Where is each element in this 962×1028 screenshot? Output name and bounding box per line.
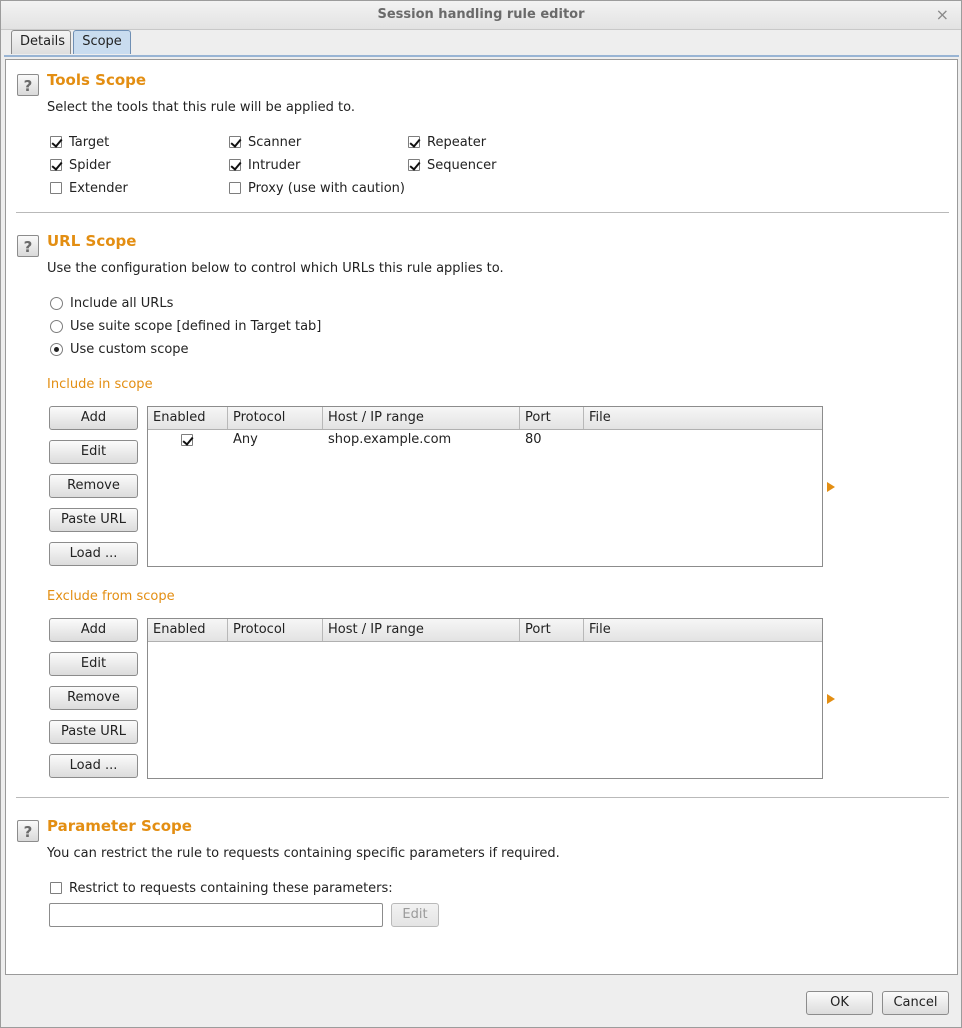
restrict-label: Restrict to requests containing these pa… (69, 880, 393, 896)
row-enabled-checkbox[interactable] (181, 431, 200, 449)
ok-button[interactable]: OK (806, 991, 873, 1015)
exclude-remove-button[interactable]: Remove (49, 686, 138, 710)
checkbox-icon (50, 136, 62, 148)
include-add-button[interactable]: Add (49, 406, 138, 430)
exclude-edit-button[interactable]: Edit (49, 652, 138, 676)
radio-label: Use custom scope (70, 341, 189, 357)
tab-details[interactable]: Details (11, 30, 71, 54)
radio-icon (50, 296, 63, 310)
table-header: Enabled Protocol Host / IP range Port Fi… (148, 619, 822, 642)
help-icon[interactable]: ? (17, 235, 39, 257)
scope-panel: ? Tools Scope Select the tools that this… (5, 59, 958, 975)
url-scope-description: Use the configuration below to control w… (47, 261, 504, 276)
radio-label: Use suite scope [defined in Target tab] (70, 318, 322, 334)
tab-scope[interactable]: Scope (73, 30, 131, 54)
row-host: shop.example.com (328, 432, 452, 447)
tool-label: Intruder (248, 157, 301, 173)
title-bar: Session handling rule editor × (1, 1, 961, 30)
column-header-host[interactable]: Host / IP range (323, 407, 520, 429)
close-icon[interactable]: × (936, 5, 949, 24)
tab-underline (4, 55, 959, 57)
radio-label: Include all URLs (70, 295, 174, 311)
column-header-protocol[interactable]: Protocol (228, 407, 323, 429)
include-edit-button[interactable]: Edit (49, 440, 138, 464)
column-header-file[interactable]: File (584, 619, 822, 641)
tool-label: Repeater (427, 134, 487, 150)
checkbox-icon (229, 136, 241, 148)
tools-scope-heading: Tools Scope (47, 71, 147, 89)
exclude-add-button[interactable]: Add (49, 618, 138, 642)
help-icon[interactable]: ? (17, 820, 39, 842)
include-paste-url-button[interactable]: Paste URL (49, 508, 138, 532)
radio-custom-scope[interactable]: Use custom scope (50, 340, 189, 358)
parameter-scope-heading: Parameter Scope (47, 817, 192, 835)
table-row[interactable]: Any shop.example.com 80 (148, 430, 822, 450)
expand-arrow-icon[interactable] (827, 482, 835, 492)
row-protocol: Any (233, 432, 258, 447)
tool-label: Spider (69, 157, 111, 173)
tool-checkbox-spider[interactable]: Spider (50, 156, 111, 174)
exclude-paste-url-button[interactable]: Paste URL (49, 720, 138, 744)
section-divider (16, 212, 949, 213)
tool-label: Scanner (248, 134, 302, 150)
tool-label: Proxy (use with caution) (248, 180, 405, 196)
checkbox-icon (229, 159, 241, 171)
exclude-load-button[interactable]: Load ... (49, 754, 138, 778)
radio-icon (50, 319, 63, 333)
tool-checkbox-intruder[interactable]: Intruder (229, 156, 300, 174)
tool-checkbox-sequencer[interactable]: Sequencer (408, 156, 496, 174)
column-header-file[interactable]: File (584, 407, 822, 429)
dialog-window: Session handling rule editor × Details S… (0, 0, 962, 1028)
checkbox-icon (408, 159, 420, 171)
tool-label: Extender (69, 180, 128, 196)
tool-checkbox-proxy[interactable]: Proxy (use with caution) (229, 179, 405, 197)
parameter-scope-description: You can restrict the rule to requests co… (47, 846, 560, 861)
radio-icon (50, 342, 63, 356)
exclude-scope-table[interactable]: Enabled Protocol Host / IP range Port Fi… (147, 618, 823, 779)
column-header-protocol[interactable]: Protocol (228, 619, 323, 641)
parameters-edit-button[interactable]: Edit (391, 903, 439, 927)
help-icon[interactable]: ? (17, 74, 39, 96)
tool-label: Sequencer (427, 157, 497, 173)
checkbox-icon (229, 182, 241, 194)
radio-suite-scope[interactable]: Use suite scope [defined in Target tab] (50, 317, 321, 335)
url-scope-heading: URL Scope (47, 232, 137, 250)
column-header-port[interactable]: Port (520, 407, 584, 429)
tool-checkbox-repeater[interactable]: Repeater (408, 133, 486, 151)
column-header-enabled[interactable]: Enabled (148, 619, 228, 641)
tool-checkbox-extender[interactable]: Extender (50, 179, 128, 197)
expand-arrow-icon[interactable] (827, 694, 835, 704)
tool-label: Target (69, 134, 110, 150)
checkbox-icon (408, 136, 420, 148)
exclude-scope-title: Exclude from scope (47, 589, 175, 604)
include-scope-table[interactable]: Enabled Protocol Host / IP range Port Fi… (147, 406, 823, 567)
tool-checkbox-target[interactable]: Target (50, 133, 109, 151)
checkbox-icon (181, 434, 193, 446)
column-header-host[interactable]: Host / IP range (323, 619, 520, 641)
radio-include-all-urls[interactable]: Include all URLs (50, 294, 173, 312)
column-header-port[interactable]: Port (520, 619, 584, 641)
row-port: 80 (525, 432, 542, 447)
checkbox-icon (50, 882, 62, 894)
include-remove-button[interactable]: Remove (49, 474, 138, 498)
restrict-parameters-checkbox[interactable]: Restrict to requests containing these pa… (50, 879, 393, 897)
window-title: Session handling rule editor (377, 7, 585, 22)
checkbox-icon (50, 159, 62, 171)
tools-scope-description: Select the tools that this rule will be … (47, 100, 355, 115)
include-scope-title: Include in scope (47, 377, 153, 392)
section-divider (16, 797, 949, 798)
parameters-input[interactable] (49, 903, 383, 927)
column-header-enabled[interactable]: Enabled (148, 407, 228, 429)
include-load-button[interactable]: Load ... (49, 542, 138, 566)
checkbox-icon (50, 182, 62, 194)
row-file (584, 430, 589, 450)
cancel-button[interactable]: Cancel (882, 991, 949, 1015)
tool-checkbox-scanner[interactable]: Scanner (229, 133, 301, 151)
table-header: Enabled Protocol Host / IP range Port Fi… (148, 407, 822, 430)
